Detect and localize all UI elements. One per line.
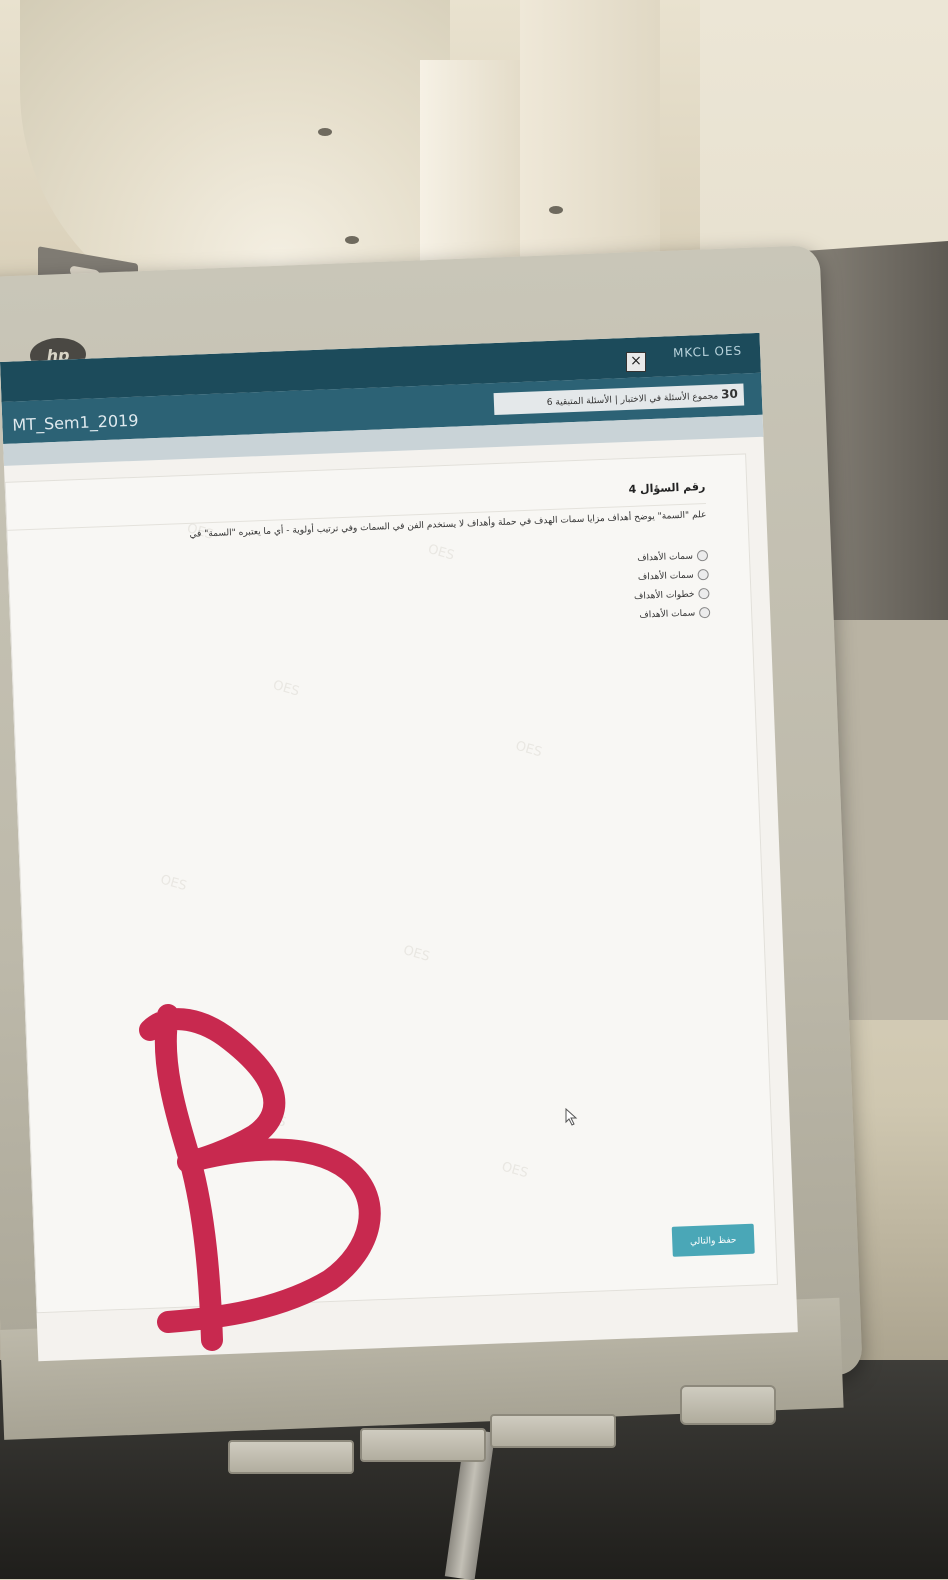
handwritten-letter-b: B <box>139 1004 381 1351</box>
